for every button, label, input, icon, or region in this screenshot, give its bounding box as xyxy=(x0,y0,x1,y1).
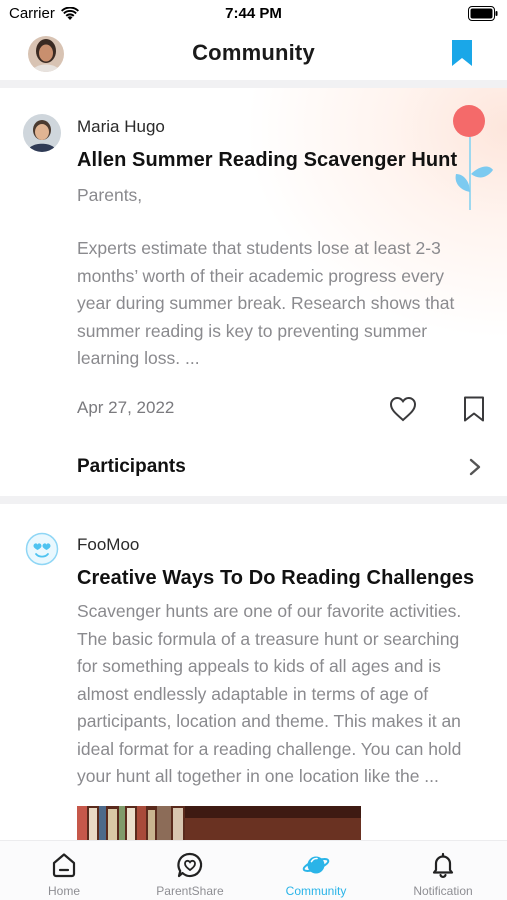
bookmark-outline-icon[interactable] xyxy=(463,396,485,422)
chevron-right-icon xyxy=(469,458,481,476)
header-divider xyxy=(0,80,507,88)
flower-decoration-icon xyxy=(453,105,493,210)
participants-label: Participants xyxy=(77,456,186,477)
post-greeting: Parents, xyxy=(77,185,143,205)
tab-notification-label: Notification xyxy=(413,884,473,898)
post-author: FooMoo xyxy=(77,535,140,554)
bookshelf-photo-icon xyxy=(77,806,361,840)
author-photo-icon xyxy=(23,114,61,152)
author-avatar[interactable] xyxy=(23,114,61,152)
heart-chat-icon xyxy=(177,852,203,878)
page-title: Community xyxy=(192,40,315,65)
post-card[interactable]: FooMoo Creative Ways To Do Reading Chall… xyxy=(0,504,507,840)
post-body: Experts estimate that students lose at l… xyxy=(77,238,455,368)
saved-bookmark-icon[interactable] xyxy=(450,39,474,67)
participants-row[interactable]: Participants xyxy=(0,446,507,492)
battery-icon xyxy=(468,6,498,21)
smiley-avatar-icon xyxy=(25,532,59,566)
status-bar: Carrier 7:44 PM xyxy=(0,0,507,28)
author-avatar[interactable] xyxy=(25,532,59,566)
post-image[interactable] xyxy=(77,806,361,840)
tab-home-label: Home xyxy=(47,884,80,898)
post-body: Scavenger hunts are one of our favorite … xyxy=(77,601,462,786)
like-heart-icon[interactable] xyxy=(389,396,417,422)
post-title[interactable]: Allen Summer Reading Scavenger Hunt xyxy=(77,149,457,172)
post-divider xyxy=(0,496,507,504)
bottom-tab-bar: Home ParentShare Community Notification xyxy=(0,840,507,900)
post-author: Maria Hugo xyxy=(77,117,165,136)
home-icon xyxy=(52,853,76,878)
post-title[interactable]: Creative Ways To Do Reading Challenges xyxy=(77,567,474,590)
tab-parentshare-label: ParentShare xyxy=(156,884,224,898)
status-time: 7:44 PM xyxy=(225,5,282,22)
tab-parentshare[interactable]: ParentShare xyxy=(127,841,253,900)
top-nav-bar: Community xyxy=(0,28,507,80)
tab-notification[interactable]: Notification xyxy=(380,841,506,900)
tab-community[interactable]: Community xyxy=(253,841,379,900)
post-date: Apr 27, 2022 xyxy=(77,398,175,417)
tab-community-label: Community xyxy=(285,884,347,898)
bell-icon xyxy=(432,852,454,878)
planet-icon xyxy=(302,856,330,874)
tab-home[interactable]: Home xyxy=(1,841,127,900)
post-card[interactable]: Maria Hugo Allen Summer Reading Scavenge… xyxy=(0,88,507,496)
